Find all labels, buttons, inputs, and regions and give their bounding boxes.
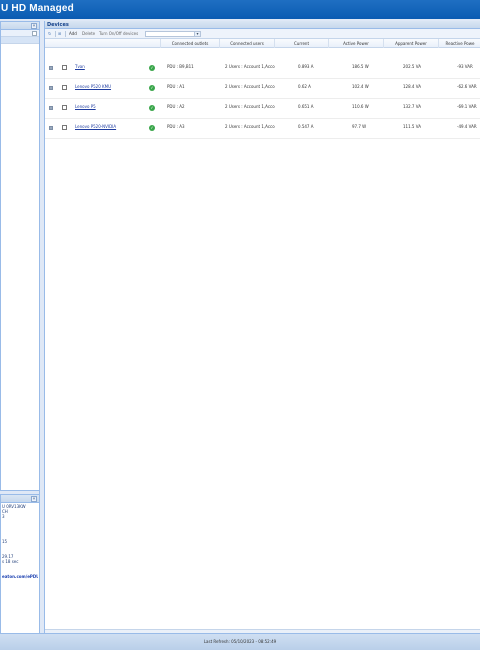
connected-users-cell: 2 Users : Account 1,Acco bbox=[225, 124, 275, 129]
reactive-power-cell: -93 VAR bbox=[457, 64, 473, 69]
active-power-cell: 186.5 W bbox=[352, 64, 369, 69]
device-name-link[interactable]: Tvan bbox=[75, 64, 85, 70]
collapse-left-icon[interactable]: « bbox=[31, 23, 37, 29]
connected-outlets-cell: PDU : B9,B11 bbox=[167, 64, 194, 69]
row-expander-icon[interactable] bbox=[49, 66, 53, 70]
delete-button[interactable]: Delete bbox=[82, 31, 95, 37]
column-connected-users[interactable]: Connected users bbox=[219, 39, 274, 48]
row-checkbox[interactable] bbox=[62, 105, 67, 110]
row-expander-icon[interactable] bbox=[49, 86, 53, 90]
tree-item-selected[interactable] bbox=[1, 37, 39, 44]
eaton-link[interactable]: eaton.com/ePDU bbox=[2, 574, 38, 579]
row-expander-icon[interactable] bbox=[49, 106, 53, 110]
status-ok-icon: ✓ bbox=[149, 105, 155, 111]
turn-on-off-select[interactable]: ▾ bbox=[145, 31, 201, 37]
apparent-power-cell: 111.5 VA bbox=[403, 124, 421, 129]
navigation-options-button[interactable] bbox=[32, 31, 37, 36]
reactive-power-cell: -49.4 VAR bbox=[457, 124, 477, 129]
column-reactive-power[interactable]: Reactive Powe bbox=[438, 39, 480, 48]
table-row[interactable]: Lenovo P520 KMU ✓ PDU : A1 2 Users : Acc… bbox=[45, 79, 480, 99]
info-panel: « U 0RV13KW CH 3 15 29.17 s 18 sec eaton… bbox=[0, 494, 40, 640]
expand-icon[interactable]: ⊞ bbox=[58, 31, 61, 37]
connected-users-cell: 2 Users : Account 1,Acco bbox=[225, 84, 275, 89]
last-refresh-text: Last Refresh: 05/10/2023 - 08:52:49 bbox=[203, 639, 277, 644]
current-cell: 0.651 A bbox=[298, 104, 314, 109]
status-ok-icon: ✓ bbox=[149, 85, 155, 91]
apparent-power-cell: 132.7 VA bbox=[403, 104, 421, 109]
column-apparent-power[interactable]: Apparent Power bbox=[383, 39, 438, 48]
table-row[interactable]: Tvan ✓ PDU : B9,B11 2 Users : Account 1,… bbox=[45, 59, 480, 79]
navigation-subheader bbox=[1, 30, 39, 37]
refresh-icon[interactable]: ↻ bbox=[48, 31, 51, 37]
row-checkbox[interactable] bbox=[62, 125, 67, 130]
column-active-power[interactable]: Active Power bbox=[328, 39, 383, 48]
active-power-cell: 97.7 W bbox=[352, 124, 367, 129]
row-checkbox[interactable] bbox=[62, 65, 67, 70]
current-cell: 0.893 A bbox=[298, 64, 314, 69]
left-panel: « « U 0RV13KW CH 3 15 29.17 s 18 sec eat bbox=[0, 21, 40, 640]
table-row[interactable]: Lenovo P5 ✓ PDU : A2 2 Users : Account 1… bbox=[45, 99, 480, 119]
current-cell: 0.547 A bbox=[298, 124, 314, 129]
info-content: U 0RV13KW CH 3 15 29.17 s 18 sec eaton.c… bbox=[1, 503, 39, 580]
row-expander-icon[interactable] bbox=[49, 126, 53, 130]
device-name-link[interactable]: Lenovo P5 bbox=[75, 104, 96, 110]
status-bar: Last Refresh: 05/10/2023 - 08:52:49 bbox=[0, 633, 480, 650]
chevron-down-icon: ▾ bbox=[194, 32, 200, 36]
column-connected-outlets[interactable]: Connected outlets bbox=[160, 39, 219, 48]
app-banner: U HD Managed bbox=[0, 0, 480, 19]
connected-users-cell: 2 Users : Account 1,Acco bbox=[225, 104, 275, 109]
apparent-power-cell: 202.5 VA bbox=[403, 64, 421, 69]
app-title: U HD Managed bbox=[1, 3, 74, 14]
connected-outlets-cell: PDU : A2 bbox=[167, 104, 185, 109]
navigation-panel: « bbox=[0, 21, 40, 491]
column-current[interactable]: Current bbox=[274, 39, 328, 48]
devices-panel: Devices ↻ ⊞ Add Delete Turn On/Off devic… bbox=[44, 21, 480, 633]
active-power-cell: 102.4 W bbox=[352, 84, 369, 89]
add-button[interactable]: Add bbox=[69, 31, 77, 37]
status-ok-icon: ✓ bbox=[149, 125, 155, 131]
reactive-power-cell: -62.6 VAR bbox=[457, 84, 477, 89]
devices-toolbar: ↻ ⊞ Add Delete Turn On/Off devices ▾ bbox=[45, 29, 480, 39]
turn-on-off-label: Turn On/Off devices bbox=[99, 31, 139, 36]
device-name-link[interactable]: Lenovo P520-NVIDIA bbox=[75, 124, 116, 130]
connected-outlets-cell: PDU : A1 bbox=[167, 84, 185, 89]
devices-header: Devices bbox=[45, 21, 480, 29]
connected-outlets-cell: PDU : A3 bbox=[167, 124, 185, 129]
info-panel-header: « bbox=[1, 495, 39, 503]
reactive-power-cell: -69.1 VAR bbox=[457, 104, 477, 109]
connected-users-cell: 2 Users : Account 1,Acco bbox=[225, 64, 275, 69]
row-checkbox[interactable] bbox=[62, 85, 67, 90]
navigation-panel-header: « bbox=[1, 22, 39, 30]
current-cell: 0.62 A bbox=[298, 84, 311, 89]
status-ok-icon: ✓ bbox=[149, 65, 155, 71]
toolbar-separator bbox=[55, 31, 56, 37]
devices-grid-header: Connected outlets Connected users Curren… bbox=[45, 39, 480, 48]
apparent-power-cell: 128.4 VA bbox=[403, 84, 421, 89]
table-row[interactable]: Lenovo P520-NVIDIA ✓ PDU : A3 2 Users : … bbox=[45, 119, 480, 139]
toolbar-separator bbox=[65, 31, 66, 37]
collapse-info-icon[interactable]: « bbox=[31, 496, 37, 502]
device-name-link[interactable]: Lenovo P520 KMU bbox=[75, 84, 111, 90]
app-window: U HD Managed « « U 0RV13KW CH 3 15 29.17… bbox=[0, 0, 480, 650]
active-power-cell: 110.6 W bbox=[352, 104, 369, 109]
